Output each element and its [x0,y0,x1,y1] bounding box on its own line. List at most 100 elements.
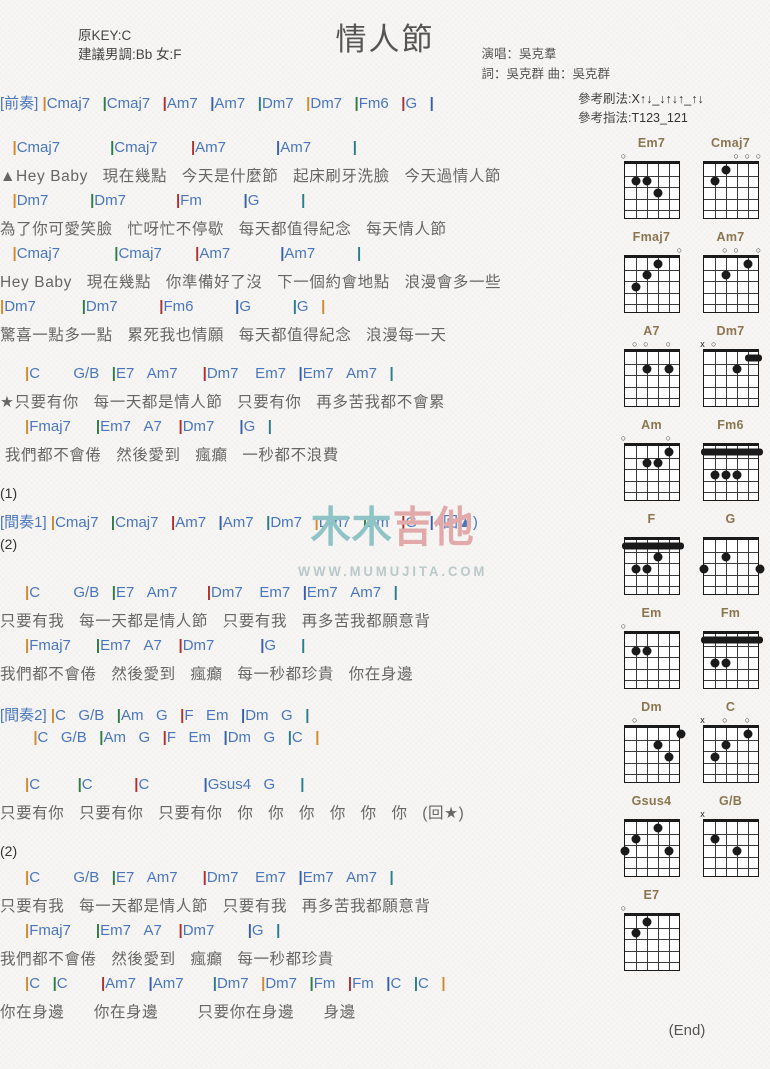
finger-dot [743,729,753,739]
open-string-icon: ○ [733,151,739,161]
chord-diagram-fretboard: ○ [622,246,682,314]
lyric-line: ▲Hey Baby 現在幾點 今天是什麼節 起床刷牙洗臉 今天過情人節 [0,168,502,185]
writer-credit: 詞：吳克群 曲：吳克群 [481,67,610,81]
open-string-icon: ○ [620,433,627,443]
chord-diagram-fretboard [699,528,764,596]
chord-diagram-fretboard [620,810,682,878]
chord-line: |Dm7 |Dm7 |Fm6 |G |G | [0,298,326,315]
chord-diagram-row: Em ○ Fm [612,606,770,690]
chord-diagram-gsus4: Gsus4 [616,794,688,878]
chord-line: |Dm7 |Dm7 |Fm |G | [12,192,306,209]
finger-dot [653,740,663,750]
chord-diagram-row: Em7 ○ Cmaj7 ○ ○ ○ [612,136,770,220]
fret-line [703,210,758,212]
finger-dot [631,928,641,938]
open-string-icon: ○ [744,151,751,161]
chord-diagram-dm: Dm ○ [616,700,688,784]
fret-line [703,269,758,271]
chord-diagram-name: E7 [643,888,660,902]
fret-grid [620,819,680,877]
chord-diagram-fretboard: x ○ [700,340,763,408]
chord-diagram-em7: Em7 ○ [616,136,688,220]
chord-line: |Fmaj7 |Em7 A7 |Dm7 |G | [25,922,281,939]
open-string-icon: ○ [620,621,627,631]
finger-dot [721,740,731,750]
finger-dot [642,176,652,186]
lyric-line: 為了你可愛笑臉 忙呀忙不停歇 每天都值得紀念 每天情人節 [0,221,447,238]
chord-diagram-fretboard: ○ [620,621,682,690]
finger-dot [732,470,742,480]
chord-diagram-fretboard: ○ [620,151,682,220]
chord-diagram-name: Fm [720,606,741,620]
chord-line: |Fmaj7 |Em7 A7 |Dm7 |G | [25,418,272,435]
fret-line [703,774,758,776]
chord-diagram-name: A7 [643,324,660,338]
finger-dot [642,458,652,468]
open-string-icon: ○ [744,715,751,725]
fret-grid [623,255,680,313]
watermark-text: 木木吉他 [310,504,475,552]
chord-line: |Cmaj7 |Cmaj7 |Am7 |Am7 | [12,139,357,156]
chord-diagram-am7: Am7 ○ ○ ○ [695,230,767,314]
fret-line [624,774,679,776]
open-string-markers: ○ [622,246,682,255]
fret-line [624,551,679,553]
open-string-markers: ○ [620,621,682,631]
open-string-markers: ○ [622,716,682,725]
fret-line [624,480,679,482]
open-string-markers: ○ [621,904,682,913]
finger-dot [732,846,742,856]
open-string-markers: ○ ○ ○ [622,340,682,349]
chord-diagram-g: G [695,512,767,596]
fret-line [703,551,758,553]
chord-diagram-fretboard: ○ ○ [620,433,682,502]
chord-diagram-name: Fm6 [717,418,744,432]
finger-dot [721,470,731,480]
open-string-markers: x [700,810,761,819]
open-string-icon: ○ [722,245,728,255]
finger-dot [732,364,742,374]
lyric-line: ★只要有你 每一天都是情人節 只要有你 再多苦我都不會累 [0,394,446,411]
open-string-icon: ○ [620,151,627,161]
fret-grid [623,725,685,783]
fret-line [703,868,758,870]
fret-grid [702,349,763,407]
finger-dot [653,552,663,562]
chord-diagram-name: Fmaj7 [632,230,671,244]
lyric-line: 驚喜一點多一點 累死我也情願 每天都值得紀念 浪漫每一天 [0,327,447,344]
finger-dot [653,188,663,198]
open-string-markers [622,810,682,819]
chord-diagram-column: Em7 ○ Cmaj7 ○ ○ ○ Fmaj7 ○ Am7 ○ ○ ○ A7 ○ ○ ○ Dm7 x ○ Am ○ ○ Fm… [612,136,770,982]
fret-line [624,668,679,670]
lyric-line: 只要有我 每一天都是情人節 只要有我 再多苦我都願意背 [0,898,431,915]
lyric-line: 我們都不會倦 然後愛到 瘋癲 每一秒都珍貴 你在身邊 [0,666,414,683]
fret-grid [621,537,684,595]
fret-line [624,187,679,189]
chord-diagram-fretboard: x [700,810,761,878]
fret-line [703,457,758,459]
fret-line [624,398,679,400]
chord-diagram-row: Am ○ ○ Fm6 [612,418,770,502]
fret-line [703,680,758,682]
barre-marker [700,448,763,456]
finger-dot [642,564,652,574]
finger-dot [642,270,652,280]
chord-diagram-cmaj7: Cmaj7 ○ ○ ○ [695,136,767,220]
finger-dot [631,564,641,574]
finger-dot [710,470,720,480]
finger-dot [653,259,663,269]
chord-line: |Fmaj7 |Em7 A7 |Dm7 |G | [25,637,306,654]
finger-dot [631,646,641,656]
fret-line [703,198,758,200]
fret-line [703,574,758,576]
muted-string-icon: x [700,715,705,725]
finger-dot [664,447,674,457]
fret-grid [702,255,759,313]
finger-dot [653,823,663,833]
chord-line: |C G/B |E7 Am7 |Dm7 Em7 |Em7 Am7 | [25,869,394,886]
finger-dot [710,834,720,844]
finger-dot [743,259,753,269]
